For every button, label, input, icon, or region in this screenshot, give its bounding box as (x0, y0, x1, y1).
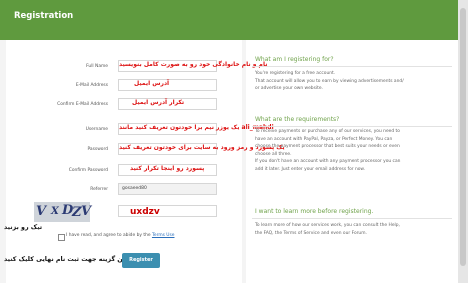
info-heading-1: What am I registering for? (255, 56, 334, 63)
info-paragraph-2: To receive payments or purchase any of o… (255, 128, 453, 174)
info-line: or advertise your own website. (255, 86, 323, 92)
info-line: add it later. Just enter your email addr… (255, 166, 366, 172)
scrollbar[interactable] (458, 0, 468, 283)
info-line: choose all three. (255, 151, 292, 157)
captcha-image: V X D Z V (34, 202, 92, 222)
captcha-char: V (81, 204, 92, 219)
full-name-annotation: نام و نام خانوادگی خود رو به صورت کامل ب… (119, 61, 268, 68)
page-title: Registration (14, 11, 74, 21)
info-line: To learn more of how our services work, … (255, 223, 400, 228)
info-line: That account will allow you to earn by v… (255, 78, 404, 84)
info-line: You're registering for a free account. (255, 71, 336, 76)
info-line: choose the payment processor that best s… (255, 144, 400, 150)
referrer-label: Referrer (90, 187, 108, 192)
agree-label: I have read, and agree to abide by the (66, 233, 152, 238)
confirm-password-label: Confirm Password (68, 168, 108, 173)
confirm-email-annotation: تکرار آدرس ایمیل (132, 99, 185, 106)
info-heading-3: I want to learn more before registering. (255, 208, 374, 215)
registration-header: Registration (0, 0, 458, 40)
info-line: To receive payments or purchase any of o… (255, 129, 400, 134)
password-label: Password (87, 147, 108, 152)
captcha-char: V (36, 204, 47, 219)
captcha-char: X (51, 206, 59, 217)
username-annotation: یک یوزر نیم برا خودتون تعریف کنید مانند … (119, 124, 274, 131)
referrer-value: gosaeed80 (122, 186, 147, 191)
divider (252, 218, 452, 219)
register-button[interactable]: Register (122, 253, 160, 268)
info-paragraph-1: You're registering for a free account. T… (255, 70, 453, 93)
full-name-label: Full Name (86, 64, 108, 69)
captcha-value: uxdzv (130, 207, 160, 217)
confirm-email-label: Confirm E-Mail Address (57, 102, 108, 107)
username-label: Username (85, 127, 108, 132)
email-annotation: آدرس ایمیل (134, 80, 170, 87)
agree-checkbox[interactable] (58, 234, 65, 241)
registration-form-panel (6, 40, 242, 283)
info-line: have an account with PayPal, Payza, or P… (255, 136, 393, 142)
info-paragraph-3: To learn more of how our services work, … (255, 222, 453, 237)
checkbox-annotation: تیک رو بزنید (4, 224, 43, 231)
terms-link[interactable]: Terms Use (152, 233, 175, 238)
info-heading-2: What are the requirements? (255, 116, 340, 123)
email-label: E-Mail Address (75, 83, 108, 88)
divider (252, 66, 452, 67)
info-line: the FAQ, the Terms of Service and even o… (255, 230, 367, 236)
info-line: If you don't have an account with any pa… (255, 159, 401, 165)
confirm-password-annotation: پسورد رو اینجا تکرار کنید (130, 165, 205, 172)
agree-text: I have read, and agree to abide by the T… (66, 233, 174, 238)
scrollbar-thumb[interactable] (460, 8, 466, 266)
divider (252, 126, 452, 127)
